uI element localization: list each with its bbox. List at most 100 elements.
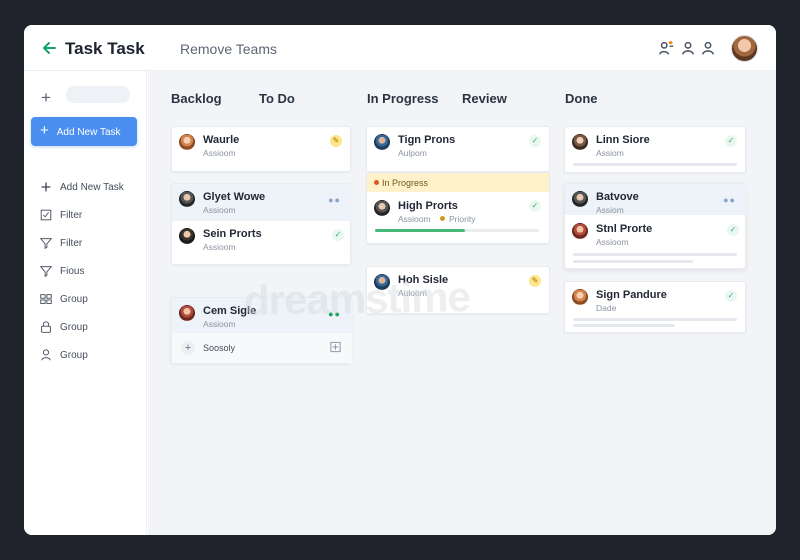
task-assignee: Assioom	[203, 242, 236, 252]
task-card[interactable]: Linn Siore Assiom ✓	[564, 126, 746, 173]
check-icon[interactable]: ✓	[725, 135, 737, 147]
task-assignee: Assioom	[203, 205, 236, 215]
assignee-avatar	[572, 289, 588, 305]
team-title: Remove Teams	[180, 41, 278, 57]
progress-fill	[375, 229, 466, 232]
sidebar-item-add-task[interactable]: Add New Task	[39, 178, 124, 196]
column-review[interactable]: Review	[462, 91, 507, 106]
progress-line	[573, 163, 737, 166]
task-title: Waurle	[203, 134, 240, 146]
task-card[interactable]: Batvove Assiom ●●	[565, 184, 747, 215]
column-backlog[interactable]: Backlog	[171, 91, 222, 106]
column-in-progress[interactable]: In Progress	[367, 91, 439, 106]
assignee-avatar	[572, 191, 588, 207]
progress-line	[573, 318, 737, 321]
task-card[interactable]: Cem Sigle Assioom ●●	[172, 298, 352, 333]
progress-line	[573, 253, 737, 256]
task-title: Tign Prons	[398, 134, 456, 146]
task-title: Batvove	[596, 191, 639, 203]
task-assignee: Assioom	[203, 148, 236, 158]
task-card-progress[interactable]: In Progress High Prorts Assioom Priority…	[366, 172, 550, 244]
lock-icon	[41, 321, 51, 333]
assignee-avatar	[179, 228, 195, 244]
plus-icon[interactable]: +	[41, 88, 51, 108]
search-input[interactable]	[66, 86, 130, 103]
assignee-avatar	[374, 200, 390, 216]
task-card[interactable]: Stnl Prorte Assioom ✓	[565, 216, 747, 250]
task-assignee: Assioom	[203, 319, 236, 329]
filter-icon	[39, 266, 53, 277]
more-dots-icon[interactable]: ●●	[328, 309, 341, 319]
user-icon[interactable]	[679, 39, 697, 57]
assignee-avatar	[179, 305, 195, 321]
assignee-avatar	[179, 134, 195, 150]
task-assignee: Auloom	[398, 288, 427, 298]
task-card[interactable]: Glyet Wowe Assioom ●●	[172, 184, 352, 221]
top-bar: Task Task Remove Teams	[24, 25, 776, 71]
task-title: High Prorts	[398, 200, 458, 212]
task-title: Linn Siore	[596, 134, 650, 146]
plus-icon	[41, 182, 51, 192]
sidebar-item-filter[interactable]: Filter	[39, 206, 82, 224]
assignee-avatar	[374, 274, 390, 290]
assignee-avatar	[572, 223, 588, 239]
profile-avatar[interactable]	[731, 35, 758, 62]
task-assignee: Assiom	[596, 205, 624, 215]
task-assignee: Assioom	[398, 214, 431, 224]
user-notification-icon[interactable]	[657, 39, 675, 57]
check-icon[interactable]: ✓	[725, 290, 737, 302]
more-dots-icon[interactable]: ●●	[328, 195, 341, 205]
check-icon[interactable]: ✓	[727, 224, 739, 236]
person-icon	[41, 349, 51, 361]
task-card[interactable]: Sign Pandure Dade ✓	[564, 281, 746, 333]
task-card[interactable]: Tign Prons Aulpom ✓	[366, 126, 550, 172]
page-title: Task Task	[65, 39, 145, 58]
footer-label: Soosoly	[203, 343, 236, 353]
card-footer: + Soosoly	[172, 333, 352, 363]
check-icon[interactable]: ✓	[529, 200, 541, 212]
progress-bar	[375, 229, 539, 232]
assignee-avatar	[374, 134, 390, 150]
column-done[interactable]: Done	[565, 91, 598, 106]
task-card-stack[interactable]: Glyet Wowe Assioom ●● Sein Prorts Assioo…	[171, 183, 352, 265]
back-arrow-icon[interactable]	[40, 38, 60, 58]
status-dot-icon	[374, 180, 379, 185]
task-assignee: Assiom	[596, 148, 624, 158]
task-assignee: Aulpom	[398, 148, 427, 158]
task-title: Hoh Sisle	[398, 274, 449, 286]
task-assignee: Assioom	[596, 237, 629, 247]
task-title: Stnl Prorte	[596, 223, 653, 235]
task-card-stack[interactable]: Batvove Assiom ●● Stnl Prorte Assioom ✓	[564, 183, 747, 269]
sidebar-item-fious[interactable]: Fious	[39, 262, 84, 280]
pencil-icon[interactable]: ✎	[529, 275, 541, 287]
task-title: Cem Sigle	[203, 305, 257, 317]
grid-icon	[40, 294, 52, 304]
sidebar-item-group[interactable]: Group	[39, 346, 88, 364]
attachment-icon[interactable]	[329, 340, 342, 354]
add-new-task-button[interactable]: + Add New Task	[31, 117, 137, 146]
sidebar-item-group[interactable]: Group	[39, 290, 88, 308]
priority-dot-icon	[440, 216, 445, 221]
progress-line	[573, 324, 675, 327]
more-dots-icon[interactable]: ●●	[723, 195, 736, 205]
check-icon[interactable]: ✓	[332, 229, 344, 241]
task-window: Task Task Remove Teams + + Add New Task A…	[24, 25, 776, 535]
sidebar-item-filter[interactable]: Filter	[39, 234, 82, 252]
checkbox-icon	[40, 209, 52, 221]
sidebar-item-group[interactable]: Group	[39, 318, 88, 336]
plus-icon[interactable]: +	[181, 341, 195, 355]
pencil-icon[interactable]: ✎	[330, 135, 342, 147]
task-title: Glyet Wowe	[203, 191, 266, 203]
team-icon[interactable]	[699, 39, 717, 57]
plus-icon: +	[40, 122, 49, 139]
check-icon[interactable]: ✓	[529, 135, 541, 147]
task-card[interactable]: Hoh Sisle Auloom ✎	[366, 266, 550, 314]
priority-label: Priority	[440, 214, 475, 224]
task-card[interactable]: Waurle Assioom ✎	[171, 126, 351, 172]
task-card[interactable]: Cem Sigle Assioom ●● + Soosoly	[171, 297, 352, 363]
task-title: Sein Prorts	[203, 228, 262, 240]
task-card[interactable]: Sein Prorts Assioom ✓	[172, 221, 352, 255]
status-badge: In Progress	[367, 173, 549, 192]
column-todo[interactable]: To Do	[259, 91, 295, 106]
sidebar: + + Add New Task Add New Task Filter Filt…	[24, 71, 147, 535]
